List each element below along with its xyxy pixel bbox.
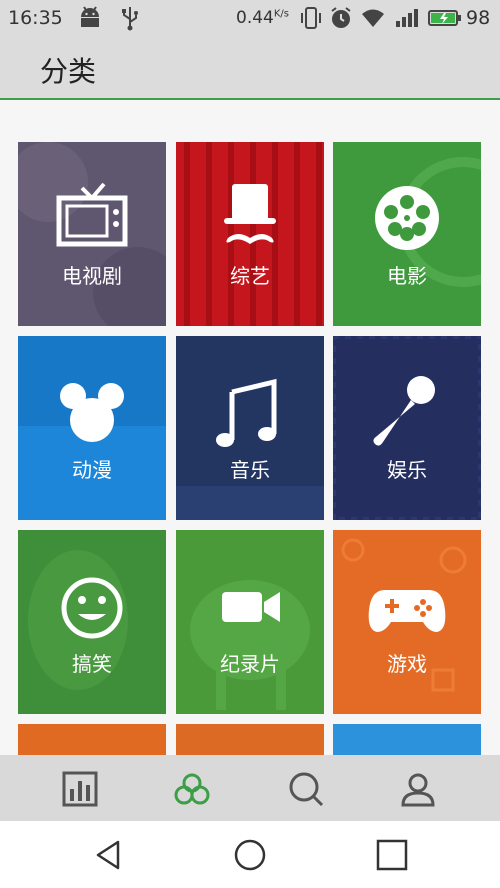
- status-bar: 16:35 0.44K/s 98: [0, 0, 500, 36]
- tv-icon: [56, 182, 128, 247]
- wifi-icon: [360, 5, 386, 35]
- tab-category[interactable]: [172, 769, 212, 809]
- category-grid: 电视剧 综艺 电影 动漫 音乐 娱乐 搞笑 纪录片 游戏: [0, 100, 500, 755]
- category-tile-entertainment[interactable]: 娱乐: [333, 336, 481, 520]
- category-tile-partial[interactable]: [333, 724, 481, 755]
- person-icon: [401, 773, 435, 807]
- search-icon: [289, 772, 324, 807]
- category-tile-partial[interactable]: [18, 724, 166, 755]
- bar-chart-icon: [62, 771, 98, 807]
- recents-icon: [376, 839, 408, 871]
- smiley-icon: [61, 577, 123, 639]
- system-nav-bar: [0, 821, 500, 888]
- tile-label: 电影: [387, 264, 427, 288]
- category-tile-music[interactable]: 音乐: [176, 336, 324, 520]
- vibrate-icon: [300, 5, 322, 35]
- category-tile-tv[interactable]: 电视剧: [18, 142, 166, 326]
- tile-label: 纪录片: [220, 652, 280, 676]
- category-tile-funny[interactable]: 搞笑: [18, 530, 166, 714]
- header: 分类: [0, 36, 500, 100]
- category-tile-anime[interactable]: 动漫: [18, 336, 166, 520]
- home-icon: [234, 839, 266, 871]
- microphone-icon: [373, 376, 435, 446]
- category-tile-partial[interactable]: [176, 724, 324, 755]
- tile-label: 娱乐: [387, 458, 427, 482]
- signal-icon: [394, 5, 418, 35]
- category-tile-variety[interactable]: 综艺: [176, 142, 324, 326]
- tile-label: 游戏: [387, 652, 427, 676]
- tab-chart[interactable]: [60, 769, 100, 809]
- alarm-icon: [329, 5, 353, 35]
- battery-icon: [428, 5, 462, 35]
- tile-label: 电视剧: [62, 264, 122, 288]
- film-reel-icon: [375, 186, 439, 250]
- network-speed-value: 0.44: [236, 8, 274, 28]
- bottom-tab-bar: [0, 755, 500, 821]
- back-icon: [96, 840, 120, 870]
- music-note-icon: [216, 378, 277, 447]
- tab-profile[interactable]: [398, 769, 438, 809]
- back-button[interactable]: [90, 837, 126, 873]
- gamepad-icon: [368, 590, 446, 632]
- tile-label: 动漫: [72, 458, 112, 482]
- tile-label: 音乐: [230, 458, 270, 482]
- category-tile-game[interactable]: 游戏: [333, 530, 481, 714]
- network-speed-unit: K/s: [273, 8, 289, 20]
- page-title: 分类: [40, 55, 97, 88]
- network-speed: 0.44K/s: [236, 8, 289, 28]
- video-camera-icon: [222, 592, 280, 622]
- battery-percent: 98: [466, 7, 491, 29]
- three-circles-icon: [174, 773, 210, 805]
- top-hat-mustache-icon: [224, 184, 276, 244]
- status-time: 16:35: [8, 7, 63, 29]
- tab-search[interactable]: [286, 769, 326, 809]
- category-tile-movie[interactable]: 电影: [333, 142, 481, 326]
- home-button[interactable]: [232, 837, 268, 873]
- tile-label: 搞笑: [72, 652, 112, 676]
- recents-button[interactable]: [374, 837, 410, 873]
- mouse-ears-icon: [60, 383, 124, 442]
- category-tile-documentary[interactable]: 纪录片: [176, 530, 324, 714]
- usb-icon: [120, 5, 140, 35]
- tile-label: 综艺: [230, 264, 270, 288]
- android-icon: [78, 5, 102, 35]
